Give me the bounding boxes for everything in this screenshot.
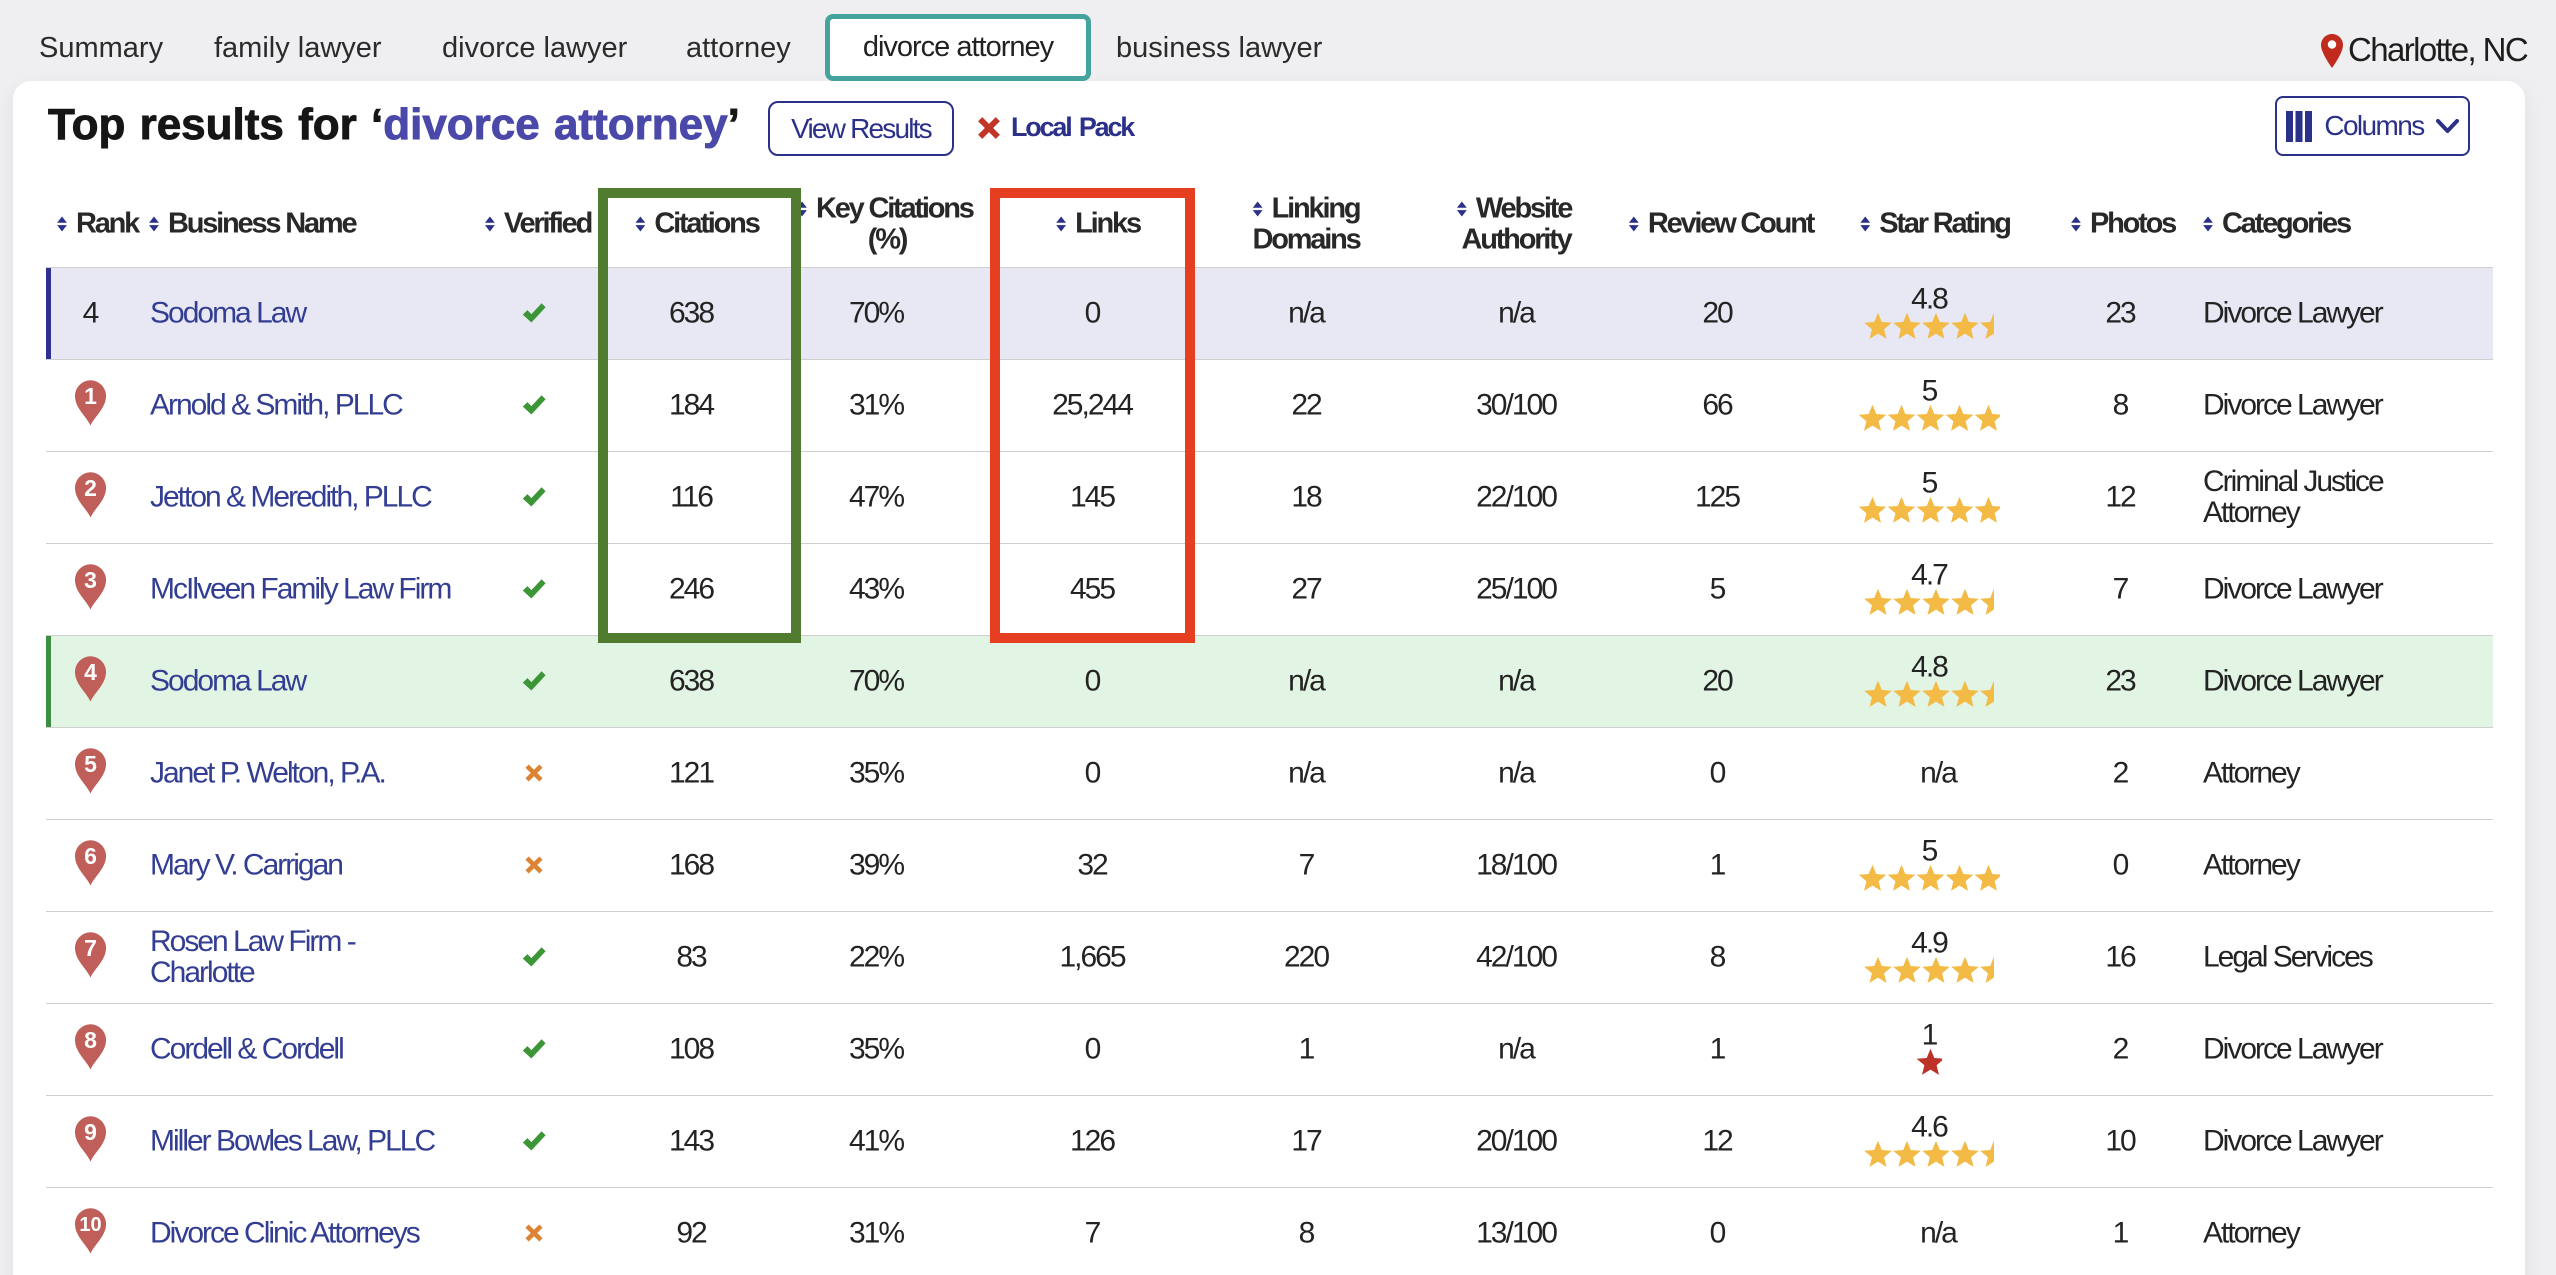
svg-text:10: 10 <box>79 1214 101 1236</box>
svg-text:2: 2 <box>84 475 97 501</box>
svg-text:7: 7 <box>84 935 97 961</box>
svg-text:4: 4 <box>84 659 97 685</box>
svg-text:5: 5 <box>84 751 97 777</box>
svg-text:9: 9 <box>84 1119 97 1145</box>
svg-text:6: 6 <box>84 843 97 869</box>
svg-text:8: 8 <box>84 1027 97 1053</box>
svg-text:3: 3 <box>84 567 97 593</box>
svg-text:1: 1 <box>84 383 97 409</box>
